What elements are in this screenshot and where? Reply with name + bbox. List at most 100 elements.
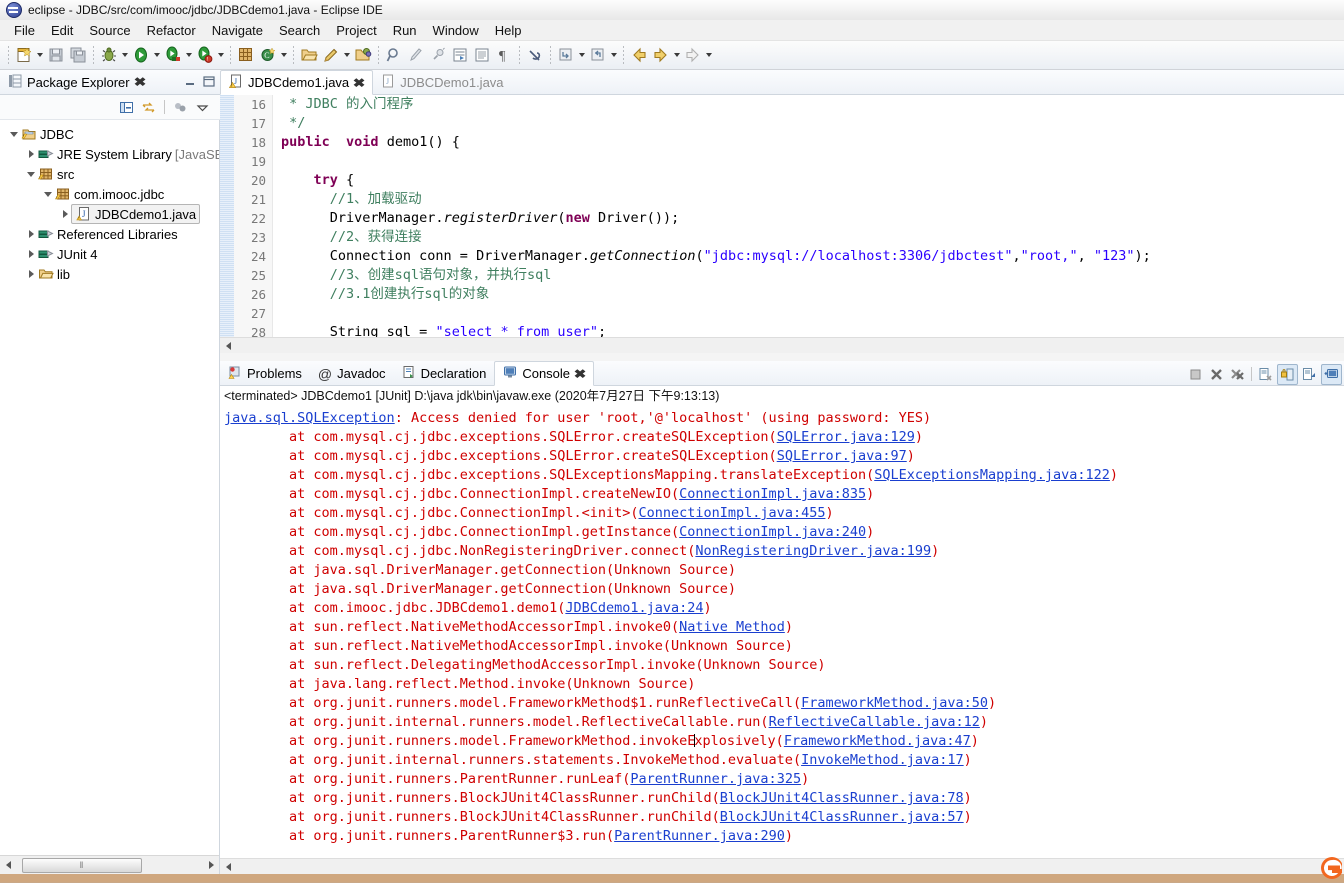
remove-all-terminated-icon[interactable] — [1228, 365, 1247, 384]
open-type-icon[interactable] — [298, 44, 320, 66]
tree-item-content[interactable]: ! JDBC — [20, 126, 74, 142]
tab-declaration[interactable]: Declaration — [394, 362, 495, 385]
view-menu-icon[interactable] — [193, 98, 212, 117]
show-whitespace-icon[interactable] — [471, 44, 493, 66]
stack-trace-line[interactable]: at org.junit.runners.model.FrameworkMeth… — [224, 732, 1344, 751]
chevron-down-icon[interactable] — [152, 44, 162, 66]
stack-trace-line[interactable]: at java.sql.DriverManager.getConnection(… — [224, 561, 1344, 580]
code-line[interactable]: */ — [281, 114, 1344, 133]
code-line[interactable]: //3、创建sql语句对象，并执行sql — [281, 266, 1344, 285]
stack-trace-line[interactable]: at org.junit.runners.model.FrameworkMeth… — [224, 694, 1344, 713]
stack-trace-line[interactable]: at java.sql.DriverManager.getConnection(… — [224, 580, 1344, 599]
source-location-link[interactable]: BlockJUnit4ClassRunner.java:57 — [720, 809, 964, 825]
menu-item-project[interactable]: Project — [328, 22, 384, 39]
chevron-right-icon[interactable] — [25, 230, 37, 238]
scroll-lock-icon[interactable] — [1277, 363, 1298, 385]
source-location-link[interactable]: ReflectiveCallable.java:12 — [769, 714, 980, 730]
stack-trace-line[interactable]: at sun.reflect.NativeMethodAccessorImpl.… — [224, 637, 1344, 656]
tab-console[interactable]: Console ✖ — [494, 361, 595, 386]
link-with-editor-icon[interactable] — [139, 98, 158, 117]
debug-icon[interactable] — [98, 44, 120, 66]
menu-item-run[interactable]: Run — [385, 22, 425, 39]
stack-trace-line[interactable]: at org.junit.runners.ParentRunner.runLea… — [224, 770, 1344, 789]
source-location-link[interactable]: FrameworkMethod.java:47 — [784, 733, 971, 749]
chevron-down-icon[interactable] — [42, 191, 54, 197]
menu-item-navigate[interactable]: Navigate — [204, 22, 271, 39]
console-toolbar[interactable] — [1186, 363, 1344, 385]
show-console-on-output-icon[interactable] — [1300, 365, 1319, 384]
minimize-icon[interactable] — [182, 74, 198, 90]
tree-item-jdbc[interactable]: ! JDBC — [0, 124, 219, 144]
tab-package-explorer[interactable]: Package Explorer ✖ — [0, 72, 151, 93]
source-location-link[interactable]: ConnectionImpl.java:240 — [679, 524, 866, 540]
maximize-icon[interactable] — [201, 74, 217, 90]
main-toolbar[interactable]: ! C ¶ — [0, 41, 1344, 70]
exception-type-link[interactable]: java.sql.SQLException — [224, 410, 395, 426]
paragraph-mark-icon[interactable]: ¶ — [493, 44, 515, 66]
tree-item-src[interactable]: ! src — [0, 164, 219, 184]
menu-item-refactor[interactable]: Refactor — [139, 22, 204, 39]
tree-item-com-imooc-jdbc[interactable]: ! com.imooc.jdbc — [0, 184, 219, 204]
code-line[interactable]: //2、获得连接 — [281, 228, 1344, 247]
terminate-icon[interactable] — [1186, 365, 1205, 384]
tab-jdbcdemo1-java[interactable]: J! JDBCdemo1.java ✖ — [220, 70, 374, 95]
run-last-tool-icon[interactable]: ! — [194, 44, 216, 66]
package-explorer-toolbar[interactable] — [0, 95, 220, 120]
chevron-down-icon[interactable] — [609, 44, 619, 66]
pencil-icon[interactable] — [405, 44, 427, 66]
tree-item-referenced-libraries[interactable]: Referenced Libraries — [0, 224, 219, 244]
stack-trace-line[interactable]: at org.junit.runners.ParentRunner$3.run(… — [224, 827, 1344, 846]
source-location-link[interactable]: FrameworkMethod.java:50 — [801, 695, 988, 711]
tab-javadoc[interactable]: @ Javadoc — [310, 362, 394, 385]
chevron-down-icon[interactable] — [120, 44, 130, 66]
source-location-link[interactable]: ConnectionImpl.java:835 — [679, 486, 866, 502]
save-all-icon[interactable] — [67, 44, 89, 66]
source-location-link[interactable]: ParentRunner.java:290 — [614, 828, 785, 844]
tab-jdbcdemo1-java-alt[interactable]: J JDBCDemo1.java — [373, 71, 511, 94]
stack-trace-line[interactable]: at com.mysql.cj.jdbc.exceptions.SQLExcep… — [224, 466, 1344, 485]
open-task-icon[interactable] — [352, 44, 374, 66]
focus-on-active-task-icon[interactable] — [171, 98, 190, 117]
source-location-link[interactable]: ConnectionImpl.java:455 — [639, 505, 826, 521]
menu-item-search[interactable]: Search — [271, 22, 328, 39]
skip-breakpoints-icon[interactable] — [524, 44, 546, 66]
stack-trace-line[interactable]: at sun.reflect.DelegatingMethodAccessorI… — [224, 656, 1344, 675]
chevron-down-icon[interactable] — [8, 131, 20, 137]
console-hscrollbar[interactable] — [220, 858, 1344, 874]
tree-item-jre-system-library[interactable]: JRE System Library [JavaSE — [0, 144, 219, 164]
scroll-left-icon[interactable] — [0, 857, 16, 873]
stack-trace-line[interactable]: at org.junit.internal.runners.model.Refl… — [224, 713, 1344, 732]
stack-trace-line[interactable]: at java.lang.reflect.Method.invoke(Unkno… — [224, 675, 1344, 694]
source-location-link[interactable]: Native Method — [679, 619, 785, 635]
scroll-right-icon[interactable] — [203, 857, 219, 873]
tree-item-content[interactable]: lib — [37, 266, 70, 282]
stack-trace-line[interactable]: at com.mysql.cj.jdbc.exceptions.SQLError… — [224, 428, 1344, 447]
stack-trace-line[interactable]: at com.mysql.cj.jdbc.ConnectionImpl.crea… — [224, 485, 1344, 504]
package-explorer-hscrollbar[interactable]: ‖ — [0, 855, 220, 874]
chevron-down-icon[interactable] — [35, 44, 45, 66]
source-location-link[interactable]: NonRegisteringDriver.java:199 — [695, 543, 931, 559]
save-icon[interactable] — [45, 44, 67, 66]
menu-item-window[interactable]: Window — [425, 22, 487, 39]
new-java-package-icon[interactable] — [235, 44, 257, 66]
source-location-link[interactable]: BlockJUnit4ClassRunner.java:78 — [720, 790, 964, 806]
source-location-link[interactable]: SQLExceptionsMapping.java:122 — [874, 467, 1110, 483]
tree-item-content[interactable]: ! com.imooc.jdbc — [54, 186, 164, 202]
code-line[interactable] — [281, 304, 1344, 323]
editor-source-code[interactable]: * JDBC 的入门程序 */public void demo1() { try… — [273, 95, 1344, 337]
menu-bar[interactable]: File Edit Source Refactor Navigate Searc… — [0, 20, 1344, 41]
stack-trace-line[interactable]: at org.junit.runners.BlockJUnit4ClassRun… — [224, 789, 1344, 808]
chevron-right-icon[interactable] — [59, 210, 71, 218]
editor-scroll-left-icon[interactable] — [220, 338, 236, 354]
code-line[interactable] — [281, 152, 1344, 171]
code-line[interactable]: Connection conn = DriverManager.getConne… — [281, 247, 1344, 266]
stack-trace-line[interactable]: at com.imooc.jdbc.JDBCdemo1.demo1(JDBCde… — [224, 599, 1344, 618]
chevron-down-icon[interactable] — [216, 44, 226, 66]
tree-item-content[interactable]: JUnit 4 — [37, 246, 97, 262]
tree-item-content[interactable]: ! src — [37, 166, 74, 182]
source-location-link[interactable]: ParentRunner.java:325 — [630, 771, 801, 787]
editor-text-area[interactable]: 16 17 18 19 20 21 22 23 24 25 26 27 28 * JDBC 的入门程序 … — [220, 95, 1344, 337]
tree-item-content[interactable]: JRE System Library [JavaSE — [37, 146, 219, 162]
remove-launch-icon[interactable] — [1207, 365, 1226, 384]
hscroll-thumb[interactable]: ‖ — [22, 857, 142, 873]
